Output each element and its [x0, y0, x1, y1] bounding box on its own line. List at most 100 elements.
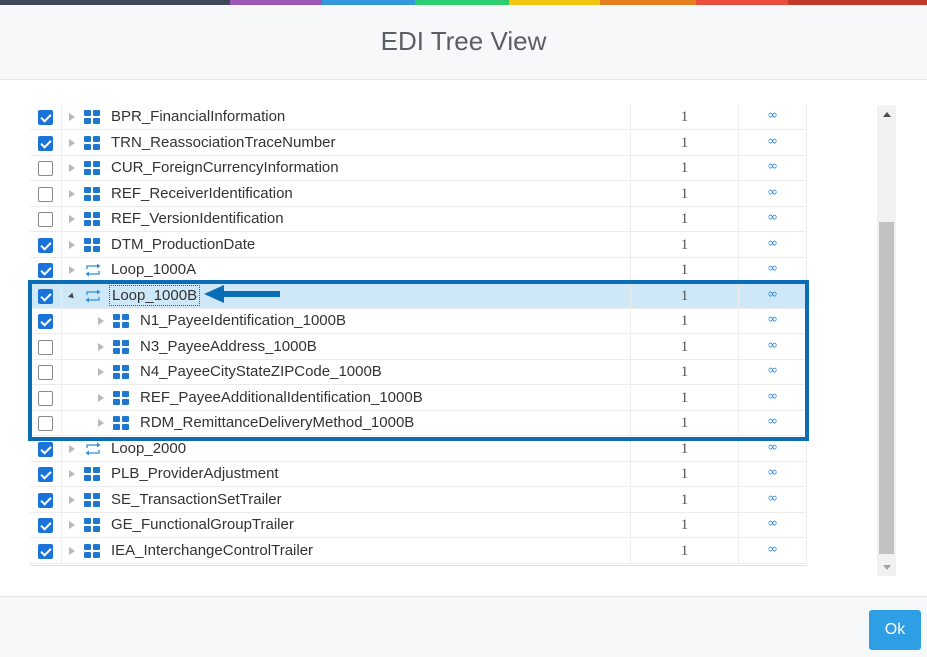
row-checkbox[interactable]	[38, 518, 53, 533]
infinity-link-icon[interactable]: ∞	[767, 339, 778, 352]
tree-row[interactable]: REF_ReceiverIdentification 1 ∞	[30, 182, 807, 207]
tree-row[interactable]: REF_VersionIdentification 1 ∞	[30, 207, 807, 232]
infinity-link-icon[interactable]: ∞	[767, 160, 778, 173]
tree-node-label[interactable]: Loop_2000	[111, 440, 186, 457]
row-checkbox[interactable]	[38, 161, 53, 176]
row-checkbox[interactable]	[38, 314, 53, 329]
segment-grid-icon	[84, 467, 100, 481]
infinity-link-icon[interactable]: ∞	[767, 135, 778, 148]
tree-node-label[interactable]: CUR_ForeignCurrencyInformation	[111, 159, 339, 176]
tree-node-label[interactable]: REF_PayeeAdditionalIdentification_1000B	[140, 389, 423, 406]
expand-arrow-icon[interactable]	[67, 519, 80, 533]
infinity-link-icon[interactable]: ∞	[767, 211, 778, 224]
infinity-link-icon[interactable]: ∞	[767, 543, 778, 556]
tree-node-label[interactable]: BPR_FinancialInformation	[111, 108, 285, 125]
row-checkbox[interactable]	[38, 289, 53, 304]
infinity-link-icon[interactable]: ∞	[767, 364, 778, 377]
tree-row[interactable]: REF_PayeeAdditionalIdentification_1000B 1…	[30, 386, 807, 411]
tree-row[interactable]: IEA_InterchangeControlTrailer 1 ∞	[30, 539, 807, 564]
vertical-scrollbar[interactable]	[877, 105, 896, 576]
infinity-link-icon[interactable]: ∞	[767, 492, 778, 505]
infinity-link-icon[interactable]: ∞	[767, 237, 778, 250]
expand-arrow-icon[interactable]	[96, 417, 109, 431]
infinity-link-icon[interactable]: ∞	[767, 262, 778, 275]
expand-arrow-icon[interactable]	[67, 494, 80, 508]
tree-row[interactable]: N3_PayeeAddress_1000B 1 ∞	[30, 335, 807, 360]
tree-node-label[interactable]: IEA_InterchangeControlTrailer	[111, 542, 313, 559]
row-checkbox[interactable]	[38, 493, 53, 508]
tree-row[interactable]: Loop_1000A 1 ∞	[30, 258, 807, 283]
row-checkbox[interactable]	[38, 416, 53, 431]
tree-node-label[interactable]: RDM_RemittanceDeliveryMethod_1000B	[140, 414, 414, 431]
tree-node-label[interactable]: N1_PayeeIdentification_1000B	[140, 312, 346, 329]
row-checkbox[interactable]	[38, 110, 53, 125]
segment-grid-icon	[84, 518, 100, 532]
scroll-up-button[interactable]	[877, 105, 896, 123]
tree-node-label[interactable]: N4_PayeeCityStateZIPCode_1000B	[140, 363, 382, 380]
expand-arrow-icon[interactable]	[67, 162, 80, 176]
tree-row[interactable]: Loop_1000B 1 ∞	[30, 284, 807, 309]
expand-arrow-icon[interactable]	[67, 264, 80, 278]
tree-node-label[interactable]: REF_ReceiverIdentification	[111, 185, 293, 202]
ok-button[interactable]: Ok	[869, 610, 921, 650]
tree-row[interactable]: N1_PayeeIdentification_1000B 1 ∞	[30, 309, 807, 334]
row-checkbox[interactable]	[38, 136, 53, 151]
tree-node-label[interactable]: TRN_ReassociationTraceNumber	[111, 134, 336, 151]
tree-node-label[interactable]: N3_PayeeAddress_1000B	[140, 338, 317, 355]
row-checkbox[interactable]	[38, 212, 53, 227]
tree-row[interactable]: N4_PayeeCityStateZIPCode_1000B 1 ∞	[30, 360, 807, 385]
tree-row[interactable]: RDM_RemittanceDeliveryMethod_1000B 1 ∞	[30, 411, 807, 436]
infinity-link-icon[interactable]: ∞	[767, 109, 778, 122]
row-checkbox[interactable]	[38, 442, 53, 457]
expand-arrow-icon[interactable]	[67, 545, 80, 559]
tree-row[interactable]: BPR_FinancialInformation 1 ∞	[30, 105, 807, 130]
tree-row[interactable]: TRN_ReassociationTraceNumber 1 ∞	[30, 131, 807, 156]
link-cell: ∞	[739, 411, 807, 436]
tree-node-label[interactable]: DTM_ProductionDate	[111, 236, 255, 253]
tree-row[interactable]: Loop_2000 1 ∞	[30, 437, 807, 462]
tree-row[interactable]: GE_FunctionalGroupTrailer 1 ∞	[30, 513, 807, 538]
tree-row[interactable]: CUR_ForeignCurrencyInformation 1 ∞	[30, 156, 807, 181]
infinity-link-icon[interactable]: ∞	[767, 466, 778, 479]
infinity-link-icon[interactable]: ∞	[767, 313, 778, 326]
expand-arrow-icon[interactable]	[67, 239, 80, 253]
expand-arrow-icon[interactable]	[96, 315, 109, 329]
expand-arrow-icon[interactable]	[67, 111, 80, 125]
tree-node-label[interactable]: SE_TransactionSetTrailer	[111, 491, 282, 508]
expand-arrow-icon[interactable]	[67, 137, 80, 151]
tree-node-label[interactable]: GE_FunctionalGroupTrailer	[111, 516, 294, 533]
tree-node-label[interactable]: PLB_ProviderAdjustment	[111, 465, 279, 482]
expand-arrow-icon[interactable]	[67, 213, 80, 227]
row-checkbox[interactable]	[38, 544, 53, 559]
row-checkbox[interactable]	[38, 187, 53, 202]
checkbox-cell	[30, 437, 62, 462]
infinity-link-icon[interactable]: ∞	[767, 288, 778, 301]
tree-node-label[interactable]: Loop_1000B	[108, 285, 201, 306]
expand-arrow-icon[interactable]	[67, 468, 80, 482]
row-checkbox[interactable]	[38, 391, 53, 406]
infinity-link-icon[interactable]: ∞	[767, 517, 778, 530]
expand-arrow-icon[interactable]	[96, 341, 109, 355]
infinity-link-icon[interactable]: ∞	[767, 390, 778, 403]
tree-row[interactable]: DTM_ProductionDate 1 ∞	[30, 233, 807, 258]
tree-node-label[interactable]: Loop_1000A	[111, 261, 196, 278]
expand-arrow-icon[interactable]	[67, 443, 80, 457]
collapse-arrow-icon[interactable]	[67, 290, 77, 302]
row-checkbox[interactable]	[38, 467, 53, 482]
tree-row[interactable]: PLB_ProviderAdjustment 1 ∞	[30, 462, 807, 487]
link-cell: ∞	[739, 386, 807, 411]
infinity-link-icon[interactable]: ∞	[767, 441, 778, 454]
expand-arrow-icon[interactable]	[96, 366, 109, 380]
expand-arrow-icon[interactable]	[96, 392, 109, 406]
row-checkbox[interactable]	[38, 340, 53, 355]
tree-node-label[interactable]: REF_VersionIdentification	[111, 210, 284, 227]
row-checkbox[interactable]	[38, 365, 53, 380]
row-checkbox[interactable]	[38, 238, 53, 253]
tree-row[interactable]: SE_TransactionSetTrailer 1 ∞	[30, 488, 807, 513]
scroll-down-button[interactable]	[877, 558, 896, 576]
infinity-link-icon[interactable]: ∞	[767, 186, 778, 199]
row-checkbox[interactable]	[38, 263, 53, 278]
expand-arrow-icon[interactable]	[67, 188, 80, 202]
infinity-link-icon[interactable]: ∞	[767, 415, 778, 428]
scroll-thumb[interactable]	[879, 222, 894, 554]
